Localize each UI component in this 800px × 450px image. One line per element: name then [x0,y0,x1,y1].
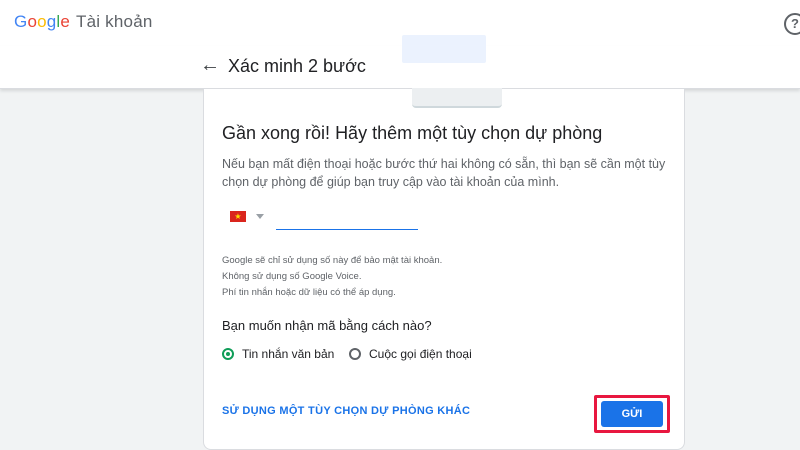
vietnam-flag-icon[interactable]: ★ [230,211,246,222]
radio-button[interactable] [349,348,361,360]
card-illustration [412,88,502,108]
phone-number-input[interactable] [276,207,418,230]
card-description: Nếu bạn mất điện thoại hoặc bước thứ hai… [222,157,666,189]
note-line: Không sử dụng số Google Voice. [222,271,362,282]
logo-letter: o [27,12,38,31]
radio-option-text-message[interactable]: Tin nhắn văn bản [222,347,334,361]
help-circle-icon[interactable]: ? [784,13,800,35]
page-header: ← Xác minh 2 bước [0,46,800,89]
logo-letter: o [37,12,47,31]
other-backup-option-link[interactable]: SỬ DỤNG MỘT TÙY CHỌN DỰ PHÒNG KHÁC [222,405,470,417]
radio-option-phone-call[interactable]: Cuộc gọi điện thoại [349,347,472,361]
top-bar: Google Tài khoản ? [0,0,800,46]
page-title: Xác minh 2 bước [228,56,366,76]
note-line: Google sẽ chỉ sử dụng số này để bảo mật … [222,255,443,266]
radio-label: Tin nhắn văn bản [242,347,335,361]
radio-button-selected[interactable] [222,348,234,360]
product-name: Tài khoản [76,12,153,31]
logo-letter: e [60,12,71,31]
chevron-down-icon[interactable] [256,214,264,219]
card-heading: Gần xong rồi! Hãy thêm một tùy chọn dự p… [222,123,603,143]
logo-letter: G [14,12,28,31]
note-line: Phí tin nhắn hoặc dữ liệu có thể áp dụng… [222,287,396,298]
send-button[interactable]: GỬI [601,401,663,427]
send-button-highlight: GỬI [594,395,670,433]
google-account-logo[interactable]: Google Tài khoản [14,12,153,32]
arrow-left-icon[interactable]: ← [200,54,220,77]
radio-label: Cuộc gọi điện thoại [369,347,472,361]
logo-letter: g [46,12,57,31]
blurred-region [402,35,486,63]
delivery-question: Bạn muốn nhận mã bằng cách nào? [222,318,432,333]
phone-notes: Google sẽ chỉ sử dụng số này để bảo mật … [222,253,442,301]
